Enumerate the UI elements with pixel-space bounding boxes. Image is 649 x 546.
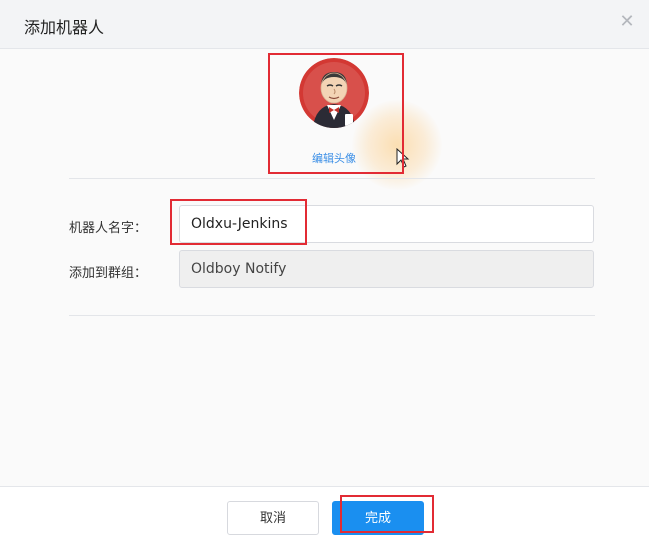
group-label: 添加到群组： [69,266,148,281]
dialog-header: 添加机器人 ✕ [0,0,649,49]
robot-name-label: 机器人名字： [69,221,148,236]
divider-bottom [69,315,595,316]
robot-name-input[interactable] [179,205,594,243]
group-field: Oldboy Notify [179,250,594,288]
cancel-button[interactable]: 取消 [227,501,319,535]
confirm-button[interactable]: 完成 [332,501,424,535]
mouse-cursor-icon [396,148,410,168]
close-icon[interactable]: ✕ [617,12,637,32]
jenkins-butler-icon [299,58,369,128]
jenkins-avatar[interactable] [299,58,369,128]
dialog-footer: 取消 完成 [0,486,649,546]
add-robot-dialog: 添加机器人 ✕ 编辑头像 机器人名字： Oldxu-Jenkins 添加到群组：… [0,0,649,546]
avatar-section: 编辑头像 [294,58,374,168]
dialog-title: 添加机器人 [24,18,105,37]
divider-top [69,178,595,179]
edit-avatar-link[interactable]: 编辑头像 [294,150,374,166]
